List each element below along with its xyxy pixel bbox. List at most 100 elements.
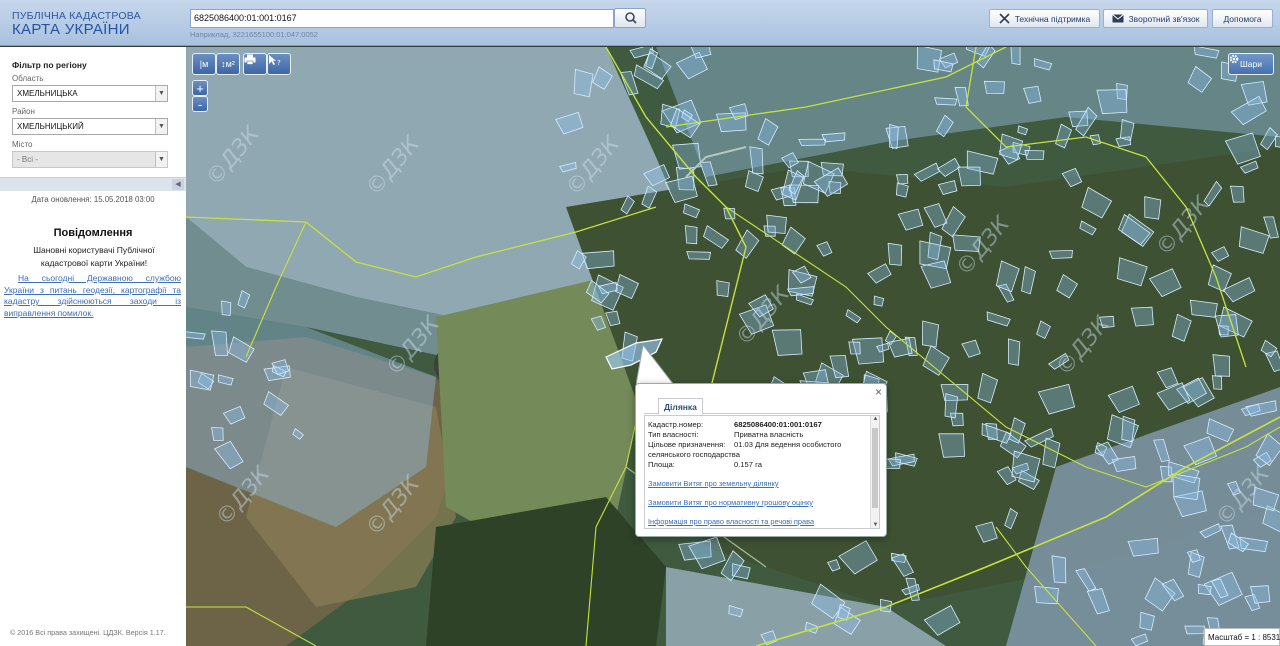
land-parcel[interactable] (921, 320, 940, 348)
chevron-down-icon: ▼ (155, 152, 167, 167)
map-image[interactable]: ©ДЗК ©ДЗК©ДЗК©ДЗК ©ДЗК©ДЗК©ДЗК©ДЗК ©ДЗК©ДЗК… (186, 47, 1280, 646)
land-parcel[interactable] (938, 433, 966, 458)
feedback-button[interactable]: Зворотний зв'язок (1103, 9, 1208, 28)
cadastral-number-value: 6825086400:01:001:0167 (734, 420, 822, 429)
search-button[interactable] (614, 8, 646, 28)
layers-button[interactable]: Шари (1228, 53, 1274, 75)
field-label: Кадастр.номер: (648, 420, 704, 429)
land-parcel[interactable] (716, 280, 730, 297)
print-icon (244, 54, 256, 65)
field-label: Тип власності: (648, 430, 699, 439)
land-parcel[interactable] (1172, 473, 1201, 501)
land-parcel[interactable] (581, 250, 615, 270)
land-parcel[interactable] (1127, 537, 1159, 557)
district-select[interactable]: ХМЕЛЬНИЦЬКИЙ ▼ (12, 118, 168, 135)
scroll-thumb[interactable] (872, 428, 878, 508)
search-icon (625, 12, 637, 24)
print-button[interactable] (243, 53, 267, 75)
land-parcel[interactable] (1212, 354, 1231, 377)
svg-text:?: ? (277, 59, 281, 66)
search-hint: Наприклад, 3221655100:01:047:0052 (190, 30, 318, 39)
area-value: 0.157 га (734, 460, 762, 469)
land-parcel[interactable] (1211, 375, 1223, 390)
land-parcel[interactable] (1096, 89, 1128, 115)
popup-body: Кадастр.номер: 6825086400:01:001:0167 Ти… (644, 415, 880, 529)
ownership-type-value: Приватна власність (734, 430, 804, 439)
city-value: - Всі - (17, 155, 38, 164)
chevron-down-icon: ▼ (155, 86, 167, 101)
land-parcel[interactable] (848, 341, 861, 355)
field-label: Площа: (648, 460, 675, 469)
land-parcel[interactable] (944, 393, 959, 419)
notice-greeting: Шановні користувачі Публічної кадастрово… (33, 245, 155, 268)
land-parcel[interactable] (684, 225, 698, 245)
popup-scrollbar[interactable]: ▲ ▼ (870, 416, 879, 528)
land-parcel[interactable] (1048, 249, 1073, 259)
land-parcel[interactable] (766, 214, 787, 234)
land-parcel[interactable] (221, 300, 232, 316)
land-parcel[interactable] (1024, 149, 1045, 160)
land-parcel[interactable] (895, 173, 909, 185)
land-parcel[interactable] (1034, 585, 1059, 605)
support-label: Технічна підтримка (1014, 13, 1091, 24)
envelope-icon (1111, 14, 1124, 23)
search-input[interactable]: 6825086400:01:001:0167 (190, 9, 614, 28)
region-label: Область (12, 74, 44, 83)
region-select[interactable]: ХМЕЛЬНИЦЬКА ▼ (12, 85, 168, 102)
identify-icon: ? (269, 55, 281, 66)
land-parcel[interactable] (889, 123, 899, 149)
purpose-value-cont: селянського господарства (648, 450, 740, 459)
popup-pointer (636, 345, 676, 387)
chevron-down-icon: ▼ (155, 119, 167, 134)
identify-button[interactable]: ? (267, 53, 291, 75)
city-label: Місто (12, 140, 33, 149)
land-parcel[interactable] (686, 251, 711, 260)
tab-parcel[interactable]: Ділянка (658, 398, 703, 415)
land-parcel[interactable] (1197, 583, 1212, 596)
scroll-down-icon[interactable]: ▼ (871, 522, 879, 528)
land-parcel[interactable] (1007, 338, 1021, 366)
land-parcel[interactable] (1144, 196, 1162, 220)
gear-icon (1229, 54, 1239, 64)
feedback-label: Зворотний зв'язок (1128, 13, 1200, 24)
support-button[interactable]: Технічна підтримка (989, 9, 1100, 28)
land-parcel[interactable] (1051, 555, 1067, 584)
close-icon[interactable]: × (875, 386, 882, 398)
tools-icon (999, 13, 1010, 24)
land-parcel[interactable] (1184, 625, 1205, 635)
zoom-out-button[interactable]: - (192, 96, 208, 112)
help-button[interactable]: Допомога (1212, 9, 1273, 28)
district-value: ХМЕЛЬНИЦЬКИЙ (17, 122, 84, 131)
update-date: Дата оновлення: 15.05.2018 03:00 (31, 195, 155, 204)
logo-title[interactable]: КАРТА УКРАЇНИ (12, 21, 130, 38)
region-value: ХМЕЛЬНИЦЬКА (17, 89, 78, 98)
city-select[interactable]: - Всі - ▼ (12, 151, 168, 168)
app-root: ПУБЛІЧНА КАДАСТРОВА КАРТА УКРАЇНИ 682508… (0, 0, 1280, 646)
measure-line-button[interactable]: |м (192, 53, 216, 75)
ownership-info-link[interactable]: Інформація про право власності та речові… (648, 517, 814, 526)
map-canvas[interactable]: ©ДЗК ©ДЗК ©ДЗК ©ДЗК ©ДЗК ©ДЗК ©ДЗК ©ДЗК ©ДЗК ©ДЗК… (186, 47, 1280, 646)
land-parcel[interactable] (1275, 135, 1280, 148)
land-parcel[interactable] (957, 166, 981, 187)
land-parcel[interactable] (211, 427, 224, 441)
field-label: Цільове призначення: (648, 440, 726, 449)
land-parcel[interactable] (983, 80, 1005, 94)
land-parcel[interactable] (798, 138, 827, 146)
notice-link[interactable]: На сьогодні Державною службою України з … (4, 273, 181, 319)
land-parcel[interactable] (1010, 47, 1021, 66)
parcel-popup: × Ділянка Кадастр.номер: 6825086400:01:0… (635, 383, 887, 537)
layers-label: Шари (1240, 59, 1262, 69)
scroll-up-icon[interactable]: ▲ (871, 416, 879, 422)
order-extract-link[interactable]: Замовити Витяг про земельну ділянку (648, 479, 779, 488)
collapse-panel-button[interactable]: ◀ (172, 179, 184, 190)
zoom-in-button[interactable]: + (192, 80, 208, 96)
panel-divider: ◀ (0, 177, 186, 191)
land-parcel[interactable] (573, 68, 594, 98)
popup-tabbar: Ділянка (644, 398, 880, 415)
land-parcel[interactable] (887, 242, 903, 266)
header: ПУБЛІЧНА КАДАСТРОВА КАРТА УКРАЇНИ 682508… (0, 0, 1280, 46)
scale-indicator: Масштаб = 1 : 8531 (1204, 628, 1280, 646)
land-parcel[interactable] (934, 97, 958, 106)
order-valuation-link[interactable]: Замовити Витяг про нормативну грошову оц… (648, 498, 813, 507)
measure-area-button[interactable]: ↕м² (216, 53, 240, 75)
